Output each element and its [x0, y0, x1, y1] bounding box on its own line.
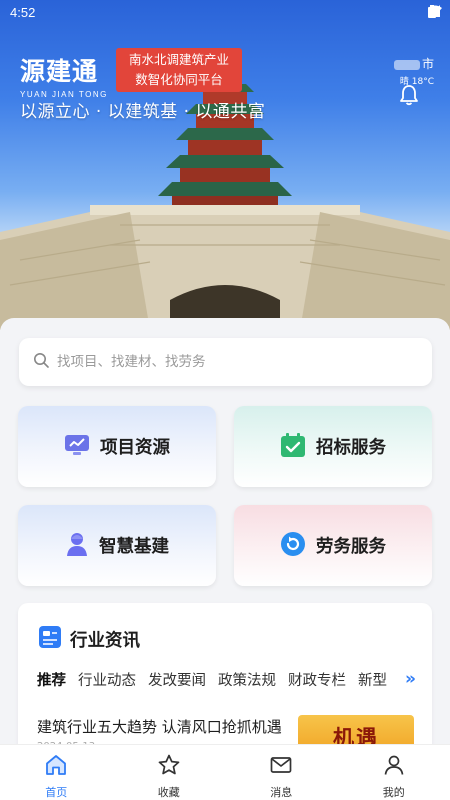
weather-widget[interactable]: 市 晴 18°C — [393, 55, 434, 87]
search-icon — [33, 352, 49, 372]
news-icon — [38, 625, 62, 653]
slogan: 以源立心 · 以建筑基 · 以通共富 — [20, 102, 266, 122]
news-tab-new-type[interactable]: 新型 — [358, 669, 387, 690]
nav-label: 收藏 — [157, 786, 180, 799]
nav-profile[interactable]: 我的 — [338, 745, 450, 800]
news-section-title: 行业资讯 — [70, 630, 140, 651]
main-panel: 项目资源 招标服务 智慧基建 劳务服务 行业资讯 推荐 行业动态 发改要闻 政策… — [0, 318, 450, 763]
project-resources-card[interactable]: 项目资源 — [18, 406, 216, 487]
nav-favorites[interactable]: 收藏 — [113, 745, 226, 800]
mail-icon — [269, 753, 293, 781]
industry-news-section: 行业资讯 推荐 行业动态 发改要闻 政策法规 财政专栏 新型 » 建筑行业五大趋… — [18, 603, 432, 763]
news-tab-industry-dynamics[interactable]: 行业动态 — [78, 669, 136, 690]
city-name-redacted — [393, 59, 420, 70]
news-tab-reform-news[interactable]: 发改要闻 — [148, 669, 206, 690]
worker-icon — [65, 531, 89, 561]
nav-label: 我的 — [382, 786, 405, 799]
news-tab-finance[interactable]: 财政专栏 — [288, 669, 346, 690]
bidding-service-card[interactable]: 招标服务 — [234, 406, 432, 487]
card-label: 项目资源 — [100, 438, 170, 458]
brand-name: 源建通 — [20, 57, 99, 86]
bell-icon[interactable] — [398, 84, 420, 106]
promo-badge[interactable]: 南水北调建筑产业 数智化协同平台 — [116, 48, 242, 92]
news-tab-recommended[interactable]: 推荐 — [37, 669, 66, 690]
card-label: 劳务服务 — [316, 537, 386, 557]
nav-label: 首页 — [45, 786, 68, 799]
card-label: 招标服务 — [316, 438, 386, 458]
news-tab-bar: 推荐 行业动态 发改要闻 政策法规 财政专栏 新型 — [37, 669, 417, 690]
article-title[interactable]: 建筑行业五大趋势 认清风口抢抓机遇 — [37, 716, 302, 737]
brand-logo: 源建通 YUAN JIAN TONG — [20, 52, 108, 99]
user-icon — [382, 753, 406, 781]
nav-home[interactable]: 首页 — [0, 745, 113, 800]
status-time: 4:52 — [10, 5, 36, 20]
labor-service-card[interactable]: 劳务服务 — [234, 505, 432, 586]
weather-city: 市 — [421, 57, 434, 71]
star-icon — [157, 753, 181, 781]
nav-messages[interactable]: 消息 — [225, 745, 338, 800]
status-bar: 4:52 — [0, 0, 450, 26]
search-input[interactable] — [57, 354, 397, 370]
hero-banner: 4:52 源建通 YUAN JIAN TONG 南水北调建筑产业 数智化协同平台… — [0, 0, 450, 330]
smart-infrastructure-card[interactable]: 智慧基建 — [18, 505, 216, 586]
promo-badge-line2: 数智化协同平台 — [135, 72, 223, 87]
promo-badge-line1: 南水北调建筑产业 — [128, 52, 229, 67]
card-label: 智慧基建 — [99, 537, 169, 557]
news-tab-policy[interactable]: 政策法规 — [218, 669, 276, 690]
refresh-circle-icon — [280, 531, 306, 561]
search-bar[interactable] — [19, 338, 432, 386]
double-chevron-right-icon[interactable]: » — [405, 669, 416, 689]
bottom-nav: 首页 收藏 消息 我的 — [0, 744, 450, 800]
monitor-chart-icon — [64, 433, 90, 461]
nav-label: 消息 — [270, 786, 293, 799]
calendar-check-icon — [280, 432, 306, 462]
home-icon — [44, 753, 68, 781]
